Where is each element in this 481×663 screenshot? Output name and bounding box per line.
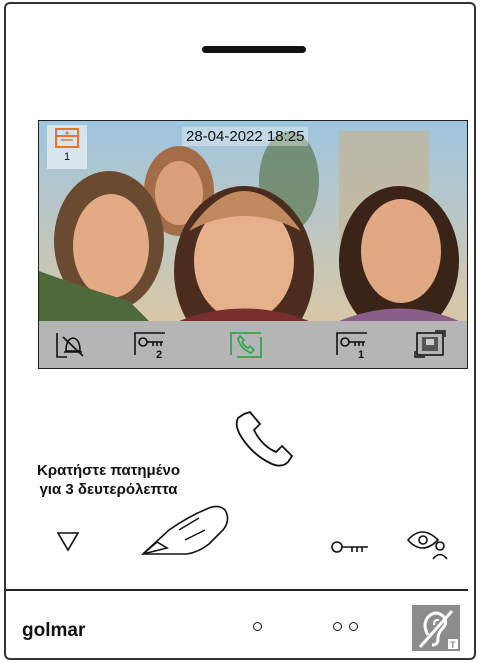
bezel-divider	[6, 589, 468, 591]
brand-name: golmar	[22, 620, 86, 641]
open-lock-2-button[interactable]: 2	[133, 329, 167, 361]
hold-instruction-line2: για 3 δευτερόλεπτα	[39, 481, 178, 498]
camera-indicator: 1	[47, 125, 87, 169]
handset-icon	[235, 410, 294, 467]
lock-2-label: 2	[156, 349, 162, 359]
camera-switch-icon	[414, 330, 446, 358]
bell-off-icon	[56, 333, 84, 358]
open-lock-1-button[interactable]: 1	[335, 329, 369, 361]
lock-2-icon: 2	[134, 332, 165, 361]
golmar-logo: golmar	[22, 620, 85, 642]
hearing-loop-icon: T	[418, 610, 458, 650]
date-time-display: 28-04-2022 18:25	[182, 127, 309, 146]
mute-bell-button[interactable]	[55, 329, 89, 359]
speaker-slot	[202, 46, 306, 53]
answer-call-button[interactable]	[229, 329, 263, 359]
key-icon[interactable]	[330, 538, 370, 556]
lock-1-icon: 1	[336, 332, 367, 361]
video-screen: 1 28-04-2022 18:25 2 1	[38, 120, 468, 369]
camera-number: 1	[63, 151, 71, 163]
auto-start-eye-icon[interactable]	[406, 526, 450, 560]
led-single	[253, 622, 262, 631]
led-double-right	[349, 622, 358, 631]
answer-call-icon	[230, 332, 262, 358]
screen-topbar: 1 28-04-2022 18:25	[39, 121, 467, 169]
svg-text:T: T	[450, 640, 456, 650]
door-panel-icon	[55, 128, 79, 148]
hold-instruction-line1: Κρατήστε πατημένο	[36, 462, 181, 479]
hold-instruction: Κρατήστε πατημένο για 3 δευτερόλεπτα	[6, 461, 211, 499]
switch-camera-button[interactable]	[413, 329, 447, 359]
lock-1-label: 1	[358, 349, 364, 359]
press-hand-icon	[140, 505, 229, 555]
hearing-loop-badge: T	[412, 605, 460, 651]
screen-iconbar: 2 1	[39, 321, 467, 368]
down-arrow-icon[interactable]	[56, 530, 80, 552]
led-double-left	[333, 622, 342, 631]
monitor-body: 1 28-04-2022 18:25 2 1 Κρατήστε πατημένο…	[4, 2, 476, 660]
